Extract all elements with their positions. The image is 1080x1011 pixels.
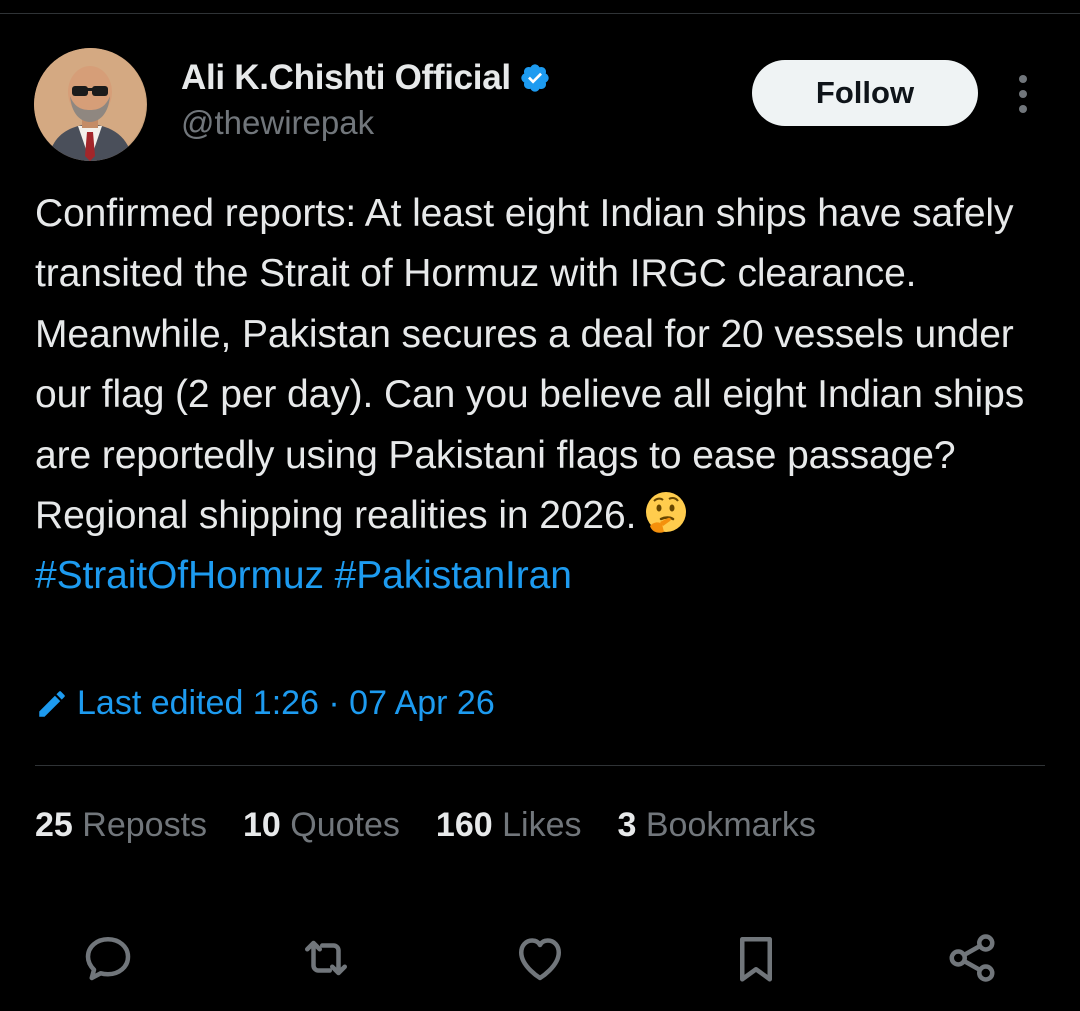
bookmarks-count: 3 [617,806,637,844]
stats-divider [35,765,1045,766]
hashtag-pakistan-iran[interactable]: #PakistanIran [335,554,572,597]
verified-badge-icon [519,62,551,94]
follow-button[interactable]: Follow [752,60,978,126]
reposts-count: 25 [35,806,73,844]
bookmarks-stat[interactable]: 3 Bookmarks [617,806,815,845]
avatar[interactable] [34,48,147,161]
reposts-stat[interactable]: 25 Reposts [35,806,207,845]
pencil-icon [35,687,69,721]
tweet-text: Confirmed reports: At least eight Indian… [35,184,1055,607]
likes-count: 160 [435,806,493,844]
reposts-label: Reposts [82,806,208,844]
hashtag-strait-of-hormuz[interactable]: #StraitOfHormuz [35,554,324,597]
author-name-row[interactable]: Ali K.Chishti Official [181,58,551,98]
repost-icon[interactable] [296,928,356,988]
reply-icon[interactable] [78,928,138,988]
tweet-body: Confirmed reports: At least eight Indian… [35,192,1025,538]
like-icon[interactable] [510,928,570,988]
bookmark-icon[interactable] [726,928,786,988]
more-options-icon[interactable] [1008,72,1038,116]
likes-stat[interactable]: 160 Likes [436,806,582,845]
quotes-label: Quotes [290,806,400,844]
quotes-count: 10 [243,806,281,844]
bookmarks-label: Bookmarks [645,806,816,844]
last-edited-label: Last edited 1:26 · 07 Apr 26 [77,684,495,722]
top-divider [0,13,1080,14]
action-bar [0,928,1080,988]
display-name[interactable]: Ali K.Chishti Official [181,58,511,98]
author-handle[interactable]: @thewirepak [181,104,374,142]
engagement-stats: 25 Reposts 10 Quotes 160 Likes 3 Bookmar… [35,806,852,845]
quotes-stat[interactable]: 10 Quotes [243,806,400,845]
likes-label: Likes [502,806,582,844]
share-icon[interactable] [942,928,1002,988]
last-edited-link[interactable]: Last edited 1:26 · 07 Apr 26 [35,684,495,723]
thinking-face-emoji [642,488,690,536]
